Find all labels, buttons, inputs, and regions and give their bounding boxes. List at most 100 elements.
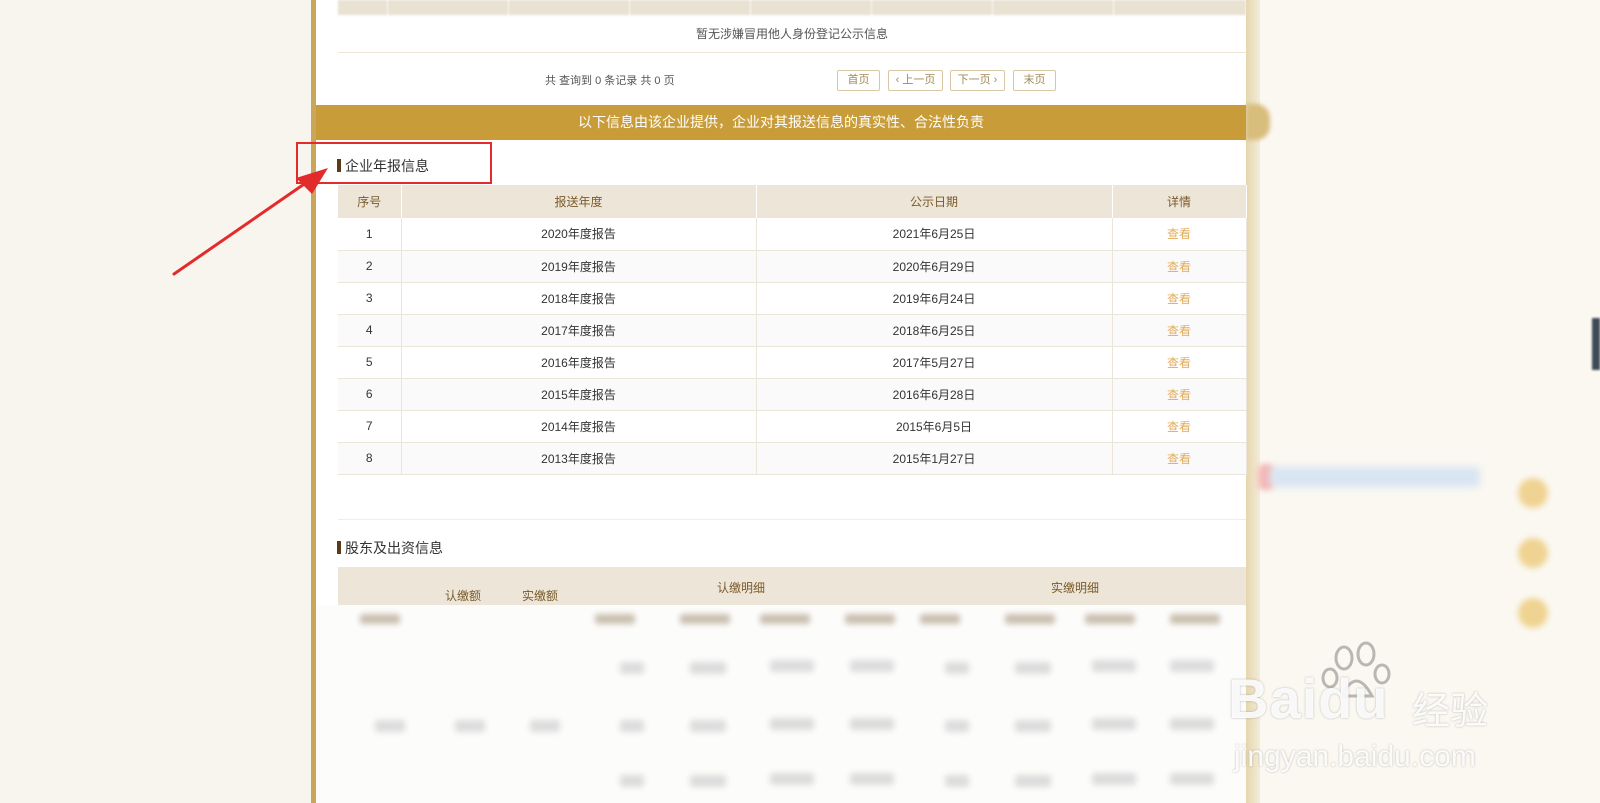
blurred-cell — [530, 720, 560, 732]
float-button-1[interactable] — [1518, 478, 1548, 508]
view-link[interactable]: 查看 — [1112, 442, 1247, 475]
pager-info: 共 查询到 0 条记录 共 0 页 — [545, 75, 675, 87]
next-page-button[interactable]: 下一页 › — [950, 70, 1005, 91]
header-subscribed: 认缴额 — [444, 589, 481, 603]
section-divider — [338, 519, 1246, 520]
view-link[interactable]: 查看 — [1112, 282, 1247, 315]
row-year: 2017年度报告 — [401, 314, 757, 347]
blurred-cell — [620, 775, 644, 787]
row-index: 4 — [338, 314, 402, 347]
row-date: 2020年6月29日 — [756, 250, 1113, 283]
watermark-brand-cn: 经验 — [1412, 691, 1489, 733]
table-row: 8 2013年度报告 2015年1月27日 查看 — [338, 442, 1247, 475]
view-link[interactable]: 查看 — [1112, 250, 1247, 283]
row-date: 2015年6月5日 — [756, 410, 1113, 443]
table-row: 4 2017年度报告 2018年6月25日 查看 — [338, 314, 1247, 347]
prev-page-button[interactable]: ‹ 上一页 — [888, 70, 943, 91]
blurred-cell — [1170, 660, 1214, 672]
row-index: 2 — [338, 250, 402, 283]
row-year: 2019年度报告 — [401, 250, 757, 283]
blurred-cell — [1092, 660, 1136, 672]
row-index: 8 — [338, 442, 402, 475]
table-row: 5 2016年度报告 2017年5月27日 查看 — [338, 346, 1247, 379]
blurred-cell — [1005, 614, 1055, 624]
shareholder-title: 股东及出资信息 — [337, 539, 443, 557]
blurred-cell — [455, 720, 485, 732]
blurred-cell — [1092, 773, 1136, 785]
row-year: 2014年度报告 — [401, 410, 757, 443]
blurred-cell — [1170, 718, 1214, 730]
row-year: 2013年度报告 — [401, 442, 757, 475]
blurred-cell — [690, 720, 726, 732]
blurred-cell — [1015, 720, 1051, 732]
first-page-button[interactable]: 首页 — [837, 70, 880, 91]
blurred-cell — [945, 662, 969, 674]
row-date: 2017年5月27日 — [756, 346, 1113, 379]
header-year: 报送年度 — [401, 185, 757, 218]
blurred-cell — [1092, 718, 1136, 730]
blurred-cell — [850, 660, 894, 672]
view-link[interactable]: 查看 — [1112, 410, 1247, 443]
blurred-cell — [770, 773, 814, 785]
watermark-url: jingyan.baidu.com — [1234, 740, 1476, 773]
watermark-brand-bai: Bai — [1228, 667, 1319, 730]
blurred-cell — [680, 614, 730, 624]
view-link[interactable]: 查看 — [1112, 218, 1247, 251]
table-row: 3 2018年度报告 2019年6月24日 查看 — [338, 282, 1247, 315]
header-paid: 实缴额 — [521, 589, 558, 603]
view-link[interactable]: 查看 — [1112, 378, 1247, 411]
blurred-cell — [920, 614, 960, 624]
header-date: 公示日期 — [756, 185, 1113, 218]
blurred-cell — [760, 614, 810, 624]
table-row: 6 2015年度报告 2016年6月28日 查看 — [338, 378, 1247, 411]
row-date: 2015年1月27日 — [756, 442, 1113, 475]
annotation-arrow-icon — [172, 168, 328, 276]
side-tab[interactable] — [1592, 318, 1600, 370]
row-index: 7 — [338, 410, 402, 443]
disclaimer-banner: 以下信息由该企业提供，企业对其报送信息的真实性、合法性负责 — [316, 105, 1246, 140]
blurred-cell — [375, 720, 405, 732]
watermark-brand: Baidu — [1228, 666, 1389, 731]
last-page-button[interactable]: 末页 — [1013, 70, 1056, 91]
blurred-cell — [1085, 614, 1135, 624]
baidu-jingyan-watermark: Baidu 经验 jingyan.baidu.com — [1228, 640, 1528, 790]
blurred-cell — [690, 775, 726, 787]
row-date: 2021年6月25日 — [756, 218, 1113, 251]
blurred-cell — [1015, 662, 1051, 674]
empty-message: 暂无涉嫌冒用他人身份登记公示信息 — [338, 15, 1246, 53]
float-button-3[interactable] — [1518, 598, 1548, 628]
blurred-cell — [845, 614, 895, 624]
row-index: 5 — [338, 346, 402, 379]
blurred-cell — [770, 660, 814, 672]
annual-report-table: 序号 报送年度 公示日期 详情 1 2020年度报告 2021年6月25日 查看… — [338, 185, 1247, 475]
title-marker — [337, 541, 341, 554]
float-button-2[interactable] — [1518, 538, 1548, 568]
row-date: 2019年6月24日 — [756, 282, 1113, 315]
row-date: 2018年6月25日 — [756, 314, 1113, 347]
row-date: 2016年6月28日 — [756, 378, 1113, 411]
blurred-cell — [1170, 773, 1214, 785]
row-index: 3 — [338, 282, 402, 315]
blurred-cell — [1015, 775, 1051, 787]
blurred-cell — [1170, 614, 1220, 624]
notice-tab[interactable] — [1246, 104, 1270, 140]
view-link[interactable]: 查看 — [1112, 314, 1247, 347]
top-table-header — [338, 0, 1246, 15]
table-row: 1 2020年度报告 2021年6月25日 查看 — [338, 218, 1247, 251]
blurred-link[interactable] — [1270, 467, 1480, 487]
table-header-row: 序号 报送年度 公示日期 详情 — [338, 185, 1247, 218]
row-index: 1 — [338, 218, 402, 251]
shareholder-title-text: 股东及出资信息 — [345, 540, 443, 556]
row-year: 2020年度报告 — [401, 218, 757, 251]
row-year: 2016年度报告 — [401, 346, 757, 379]
header-detail: 详情 — [1112, 185, 1247, 218]
blurred-cell — [945, 720, 969, 732]
header-subscribed-detail: 认缴明细 — [716, 581, 765, 595]
blurred-cell — [850, 718, 894, 730]
row-year: 2018年度报告 — [401, 282, 757, 315]
blurred-cell — [770, 718, 814, 730]
view-link[interactable]: 查看 — [1112, 346, 1247, 379]
blurred-cell — [945, 775, 969, 787]
header-index: 序号 — [338, 185, 402, 218]
blurred-cell — [620, 662, 644, 674]
